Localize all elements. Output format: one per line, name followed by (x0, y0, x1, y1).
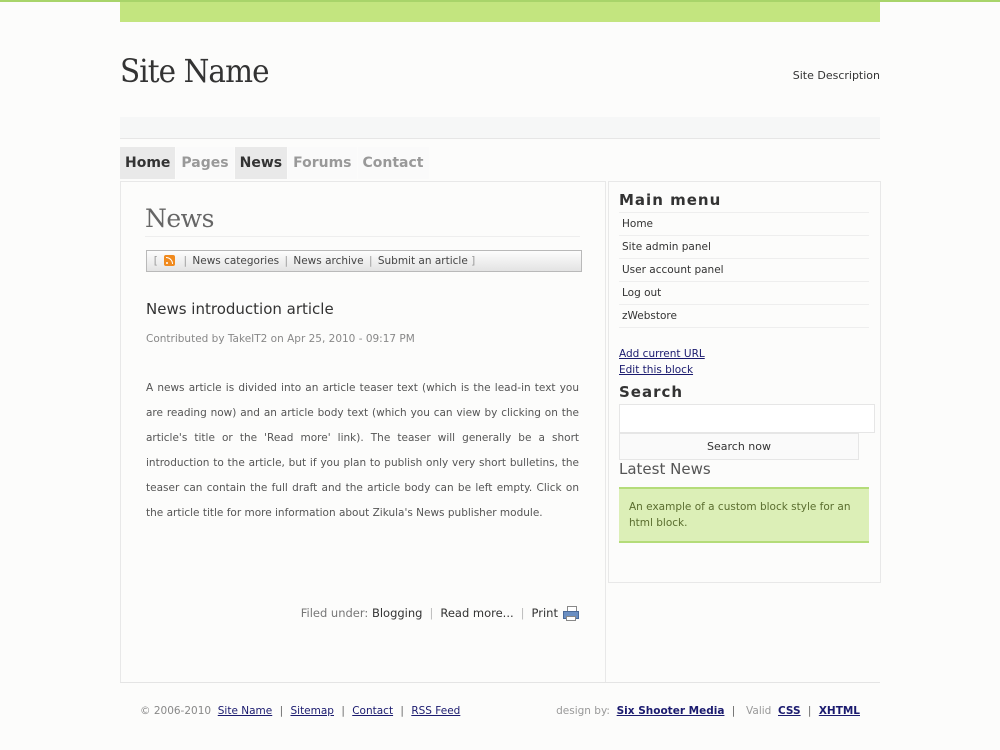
footer-sep: | (807, 705, 812, 717)
design-by-label: design by: (556, 705, 610, 717)
footer-sep: | (731, 705, 736, 717)
toolbar-separator: | (183, 255, 188, 267)
submit-article-link[interactable]: Submit an article (378, 255, 468, 267)
nav-contact[interactable]: Contact (357, 147, 429, 179)
custom-html-block: An example of a custom block style for a… (619, 487, 869, 543)
rss-feed-icon[interactable] (164, 255, 176, 266)
article-meta: Contributed by TakeIT2 on Apr 25, 2010 -… (146, 333, 415, 345)
footer-rss-link[interactable]: RSS Feed (411, 705, 460, 717)
copyright: © 2006-2010 (140, 705, 212, 717)
menu-item-log-out[interactable]: Log out (619, 282, 869, 305)
printer-icon[interactable] (563, 606, 579, 621)
page-title: News (145, 204, 214, 233)
footer-contact-link[interactable]: Contact (352, 705, 393, 717)
edit-block-link[interactable]: Edit this block (619, 364, 693, 376)
main-nav: Home Pages News Forums Contact (120, 147, 430, 179)
footer-sep: | (400, 705, 404, 717)
header-strip (120, 117, 880, 139)
footer-right: design by: Six Shooter Media | Valid CSS… (556, 705, 860, 717)
designer-link[interactable]: Six Shooter Media (617, 705, 725, 717)
toolbar-separator: | (368, 255, 373, 267)
valid-xhtml-link[interactable]: XHTML (819, 705, 860, 717)
title-divider (145, 236, 580, 237)
latest-news-title: Latest News (619, 460, 711, 478)
article-title[interactable]: News introduction article (146, 300, 334, 318)
category-link[interactable]: Blogging (372, 606, 423, 620)
menu-item-site-admin[interactable]: Site admin panel (619, 236, 869, 259)
footer-separator: | (520, 606, 525, 620)
footer-sep: | (341, 705, 345, 717)
footer-divider (120, 682, 880, 683)
search-title: Search (619, 383, 684, 401)
menu-item-user-account[interactable]: User account panel (619, 259, 869, 282)
valid-label: Valid (746, 705, 772, 717)
read-more-link[interactable]: Read more... (440, 606, 513, 620)
menu-item-zwebstore[interactable]: zWebstore (619, 305, 869, 328)
article-teaser: A news article is divided into an articl… (146, 382, 579, 519)
valid-css-link[interactable]: CSS (778, 705, 801, 717)
top-accent-bar (120, 2, 880, 22)
article-footer: Filed under: Blogging | Read more... | P… (300, 606, 579, 621)
custom-block-text: An example of a custom block style for a… (629, 501, 851, 529)
search-button[interactable]: Search now (619, 433, 859, 460)
add-current-url-link[interactable]: Add current URL (619, 348, 705, 360)
news-archive-link[interactable]: News archive (293, 255, 363, 267)
nav-forums[interactable]: Forums (288, 147, 357, 179)
footer-separator: | (429, 606, 434, 620)
footer-left: © 2006-2010 Site Name | Sitemap | Contac… (140, 705, 460, 717)
print-link[interactable]: Print (532, 606, 558, 620)
search-input[interactable] (619, 404, 875, 433)
news-categories-link[interactable]: News categories (192, 255, 279, 267)
nav-news[interactable]: News (234, 147, 288, 179)
main-menu: Home Site admin panel User account panel… (619, 212, 869, 328)
menu-item-home[interactable]: Home (619, 213, 869, 236)
toolbar-open-bracket: [ (153, 255, 158, 267)
nav-pages[interactable]: Pages (176, 147, 234, 179)
news-toolbar: [ | News categories | News archive | Sub… (146, 250, 582, 272)
main-menu-title: Main menu (619, 191, 722, 209)
nav-home[interactable]: Home (120, 147, 176, 179)
footer-sep: | (279, 705, 284, 717)
footer-sitemap-link[interactable]: Sitemap (290, 705, 334, 717)
site-name[interactable]: Site Name (120, 52, 269, 90)
footer-site-name-link[interactable]: Site Name (218, 705, 272, 717)
filed-under-label: Filed under: (300, 606, 369, 620)
toolbar-separator: | (284, 255, 289, 267)
toolbar-close-bracket: ] (471, 255, 476, 267)
site-description: Site Description (792, 69, 880, 82)
